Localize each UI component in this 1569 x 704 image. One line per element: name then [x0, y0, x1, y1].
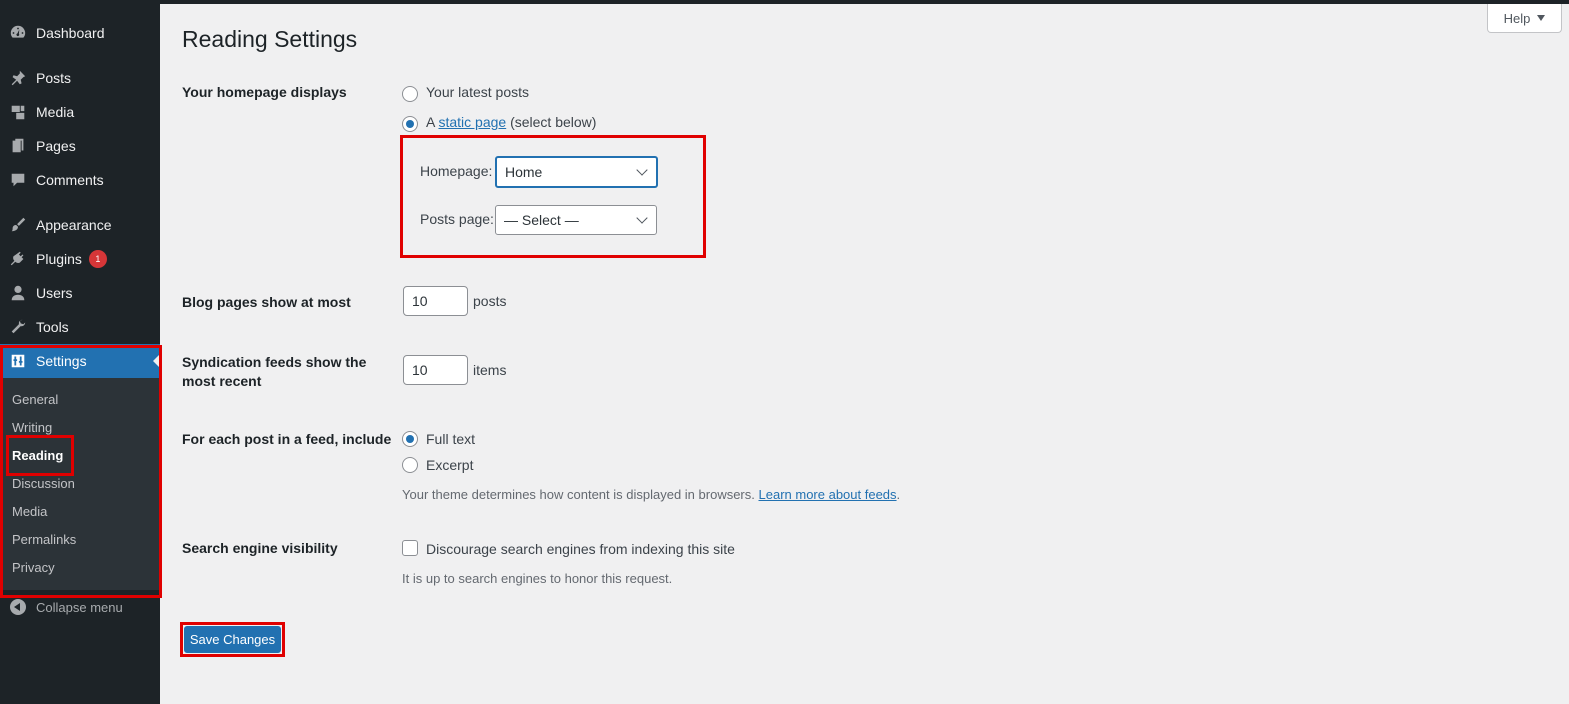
submenu-item-general[interactable]: General: [12, 392, 58, 407]
homepage-select-value: Home: [505, 164, 543, 180]
collapse-icon: [0, 599, 36, 615]
feed-items-input[interactable]: 10: [403, 355, 468, 385]
update-count-badge: 1: [88, 250, 107, 268]
plug-icon: [0, 250, 36, 268]
menu-label: Settings: [36, 353, 87, 369]
pin-icon: [0, 69, 36, 87]
static-page-prefix: A: [426, 114, 435, 130]
search-visibility-description: It is up to search engines to honor this…: [402, 571, 673, 586]
feed-content-label: For each post in a feed, include: [182, 431, 392, 447]
collapse-label: Collapse menu: [36, 599, 123, 615]
posts-page-select-label: Posts page:: [420, 211, 494, 227]
items-unit-label: items: [473, 362, 507, 378]
chevron-down-icon: [636, 164, 648, 176]
menu-label: Media: [36, 104, 75, 120]
blog-pages-label: Blog pages show at most: [182, 294, 351, 310]
posts-page-select[interactable]: — Select —: [495, 205, 657, 235]
posts-unit-label: posts: [473, 293, 507, 309]
admin-sidebar: Dashboard Posts Media Pages Comments App…: [0, 0, 160, 704]
menu-label: Tools: [36, 319, 69, 335]
menu-item-pages[interactable]: Pages: [0, 129, 160, 163]
discourage-search-checkbox[interactable]: [402, 540, 418, 556]
menu-label: Comments: [36, 172, 104, 188]
latest-posts-radio[interactable]: [402, 86, 418, 102]
save-changes-button[interactable]: Save Changes: [184, 626, 281, 653]
caret-down-icon: [1537, 15, 1546, 21]
posts-page-select-value: — Select —: [504, 212, 579, 228]
settings-submenu: General Writing Reading Discussion Media…: [0, 378, 160, 590]
dashboard-icon: [0, 24, 36, 42]
submenu-item-writing[interactable]: Writing: [12, 420, 52, 435]
excerpt-label[interactable]: Excerpt: [426, 457, 473, 473]
chevron-down-icon: [636, 212, 648, 224]
comment-icon: [0, 171, 36, 189]
collapse-menu-button[interactable]: Collapse menu: [0, 596, 160, 618]
syndication-label-line2: most recent: [182, 373, 262, 389]
highlight-homepage-selects: [400, 135, 706, 258]
menu-item-settings[interactable]: Settings: [0, 344, 160, 378]
submenu-item-permalinks[interactable]: Permalinks: [12, 532, 76, 547]
pages-icon: [0, 137, 36, 155]
menu-item-media[interactable]: Media: [0, 95, 160, 129]
menu-item-dashboard[interactable]: Dashboard: [0, 16, 160, 50]
help-tab-button[interactable]: Help: [1487, 4, 1562, 33]
static-page-link[interactable]: static page: [438, 114, 506, 130]
submenu-item-discussion[interactable]: Discussion: [12, 476, 75, 491]
latest-posts-label[interactable]: Your latest posts: [426, 84, 529, 100]
menu-label: Users: [36, 285, 73, 301]
syndication-label: Syndication feeds show the most recent: [182, 353, 366, 391]
full-text-label[interactable]: Full text: [426, 431, 475, 447]
admin-topbar: [160, 0, 1569, 4]
posts-per-page-input[interactable]: 10: [403, 286, 468, 316]
menu-label: Appearance: [36, 217, 112, 233]
submenu-item-media[interactable]: Media: [12, 504, 47, 519]
active-indicator: [153, 354, 160, 368]
menu-item-tools[interactable]: Tools: [0, 310, 160, 344]
help-label: Help: [1503, 10, 1531, 26]
wrench-icon: [0, 318, 36, 336]
menu-item-plugins[interactable]: Plugins 1: [0, 242, 160, 276]
settings-icon: [0, 352, 36, 370]
menu-label: Pages: [36, 138, 76, 154]
static-page-suffix: (select below): [510, 114, 597, 130]
discourage-search-label[interactable]: Discourage search engines from indexing …: [426, 541, 735, 557]
learn-more-feeds-link[interactable]: Learn more about feeds: [759, 487, 897, 502]
feed-description: Your theme determines how content is dis…: [402, 487, 900, 502]
menu-item-users[interactable]: Users: [0, 276, 160, 310]
brush-icon: [0, 216, 36, 234]
menu-item-appearance[interactable]: Appearance: [0, 208, 160, 242]
submenu-item-privacy[interactable]: Privacy: [12, 560, 55, 575]
menu-label: Posts: [36, 70, 72, 86]
homepage-select[interactable]: Home: [495, 156, 658, 188]
menu-item-comments[interactable]: Comments: [0, 163, 160, 197]
homepage-displays-label: Your homepage displays: [182, 84, 347, 100]
menu-label: Plugins: [36, 251, 82, 267]
menu-label: Dashboard: [36, 25, 105, 41]
menu-item-posts[interactable]: Posts: [0, 61, 160, 95]
homepage-select-label: Homepage:: [420, 163, 493, 179]
feed-description-end: .: [896, 487, 901, 502]
syndication-label-line1: Syndication feeds show the: [182, 354, 367, 370]
static-page-option[interactable]: A static page (select below): [426, 114, 596, 130]
user-icon: [0, 284, 36, 302]
excerpt-radio[interactable]: [402, 457, 418, 473]
page-title: Reading Settings: [182, 26, 358, 52]
feed-description-text: Your theme determines how content is dis…: [402, 487, 755, 502]
search-visibility-label: Search engine visibility: [182, 540, 338, 556]
full-text-radio[interactable]: [402, 431, 418, 447]
submenu-item-reading[interactable]: Reading: [12, 448, 63, 463]
media-icon: [0, 103, 36, 121]
static-page-radio[interactable]: [402, 116, 418, 132]
